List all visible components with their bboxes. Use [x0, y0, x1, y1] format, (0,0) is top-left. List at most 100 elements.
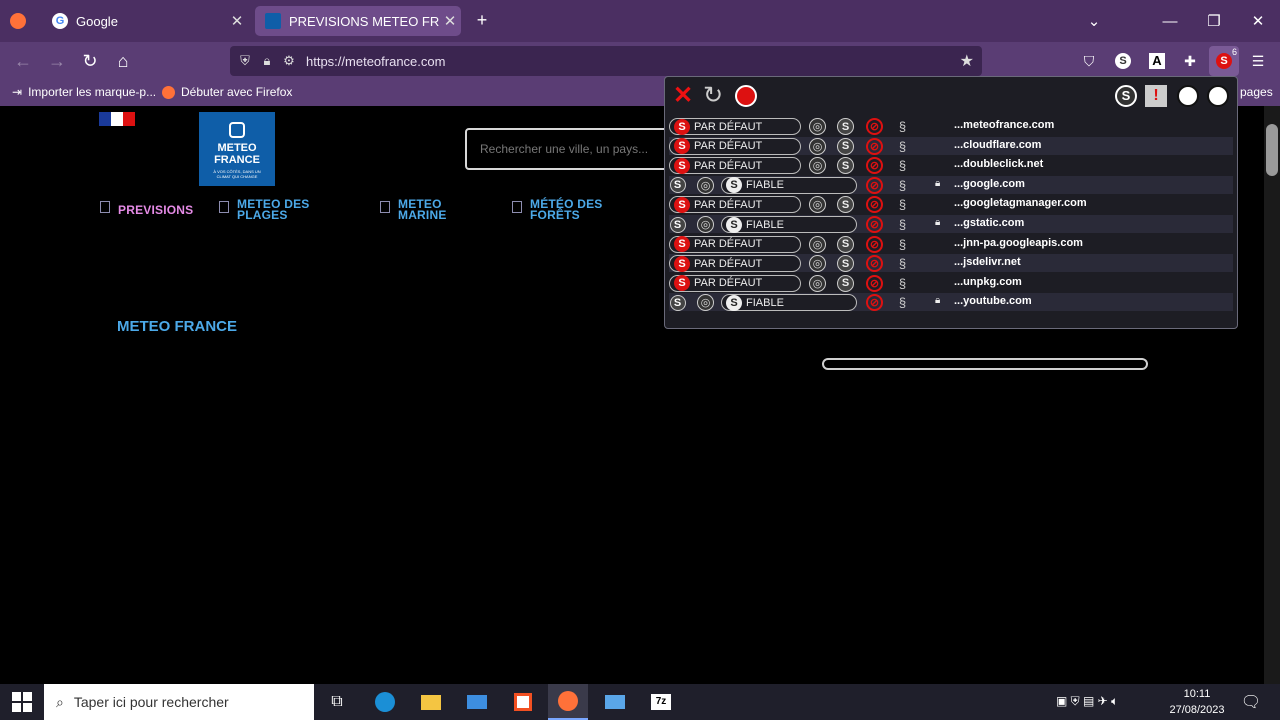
preset-default-button[interactable]: S PAR DÉFAUT: [669, 196, 801, 214]
revoke-temp-icon[interactable]: [1177, 85, 1199, 107]
untrusted-button[interactable]: ⊘: [866, 118, 883, 135]
default-button[interactable]: S: [669, 216, 686, 233]
untrusted-button[interactable]: ⊘: [866, 216, 883, 233]
temp-trusted-button[interactable]: ◎: [809, 255, 826, 273]
default-button[interactable]: S: [669, 294, 686, 311]
custom-button[interactable]: §: [894, 157, 911, 174]
untrusted-button[interactable]: ⊘: [866, 196, 883, 214]
preset-default-button[interactable]: S PAR DÉFAUT: [669, 255, 801, 273]
noscript-toolbar-icon[interactable]: S 6: [1209, 46, 1239, 76]
url-text[interactable]: https://meteofrance.com: [306, 54, 445, 69]
untrusted-button[interactable]: ⊘: [866, 255, 883, 273]
back-icon[interactable]: ←: [8, 46, 38, 76]
temp-trusted-button[interactable]: ◎: [697, 216, 714, 233]
site-domain[interactable]: ...jsdelivr.net: [954, 256, 1021, 268]
noscript-options-icon[interactable]: [735, 85, 757, 107]
menu-item-forets[interactable]: MÉTÉO DES FORÊTS: [512, 198, 602, 221]
address-bar[interactable]: ⛨ 🔒︎ ⚙ https://meteofrance.com ★: [230, 46, 982, 76]
site-domain[interactable]: ...googletagmanager.com: [954, 197, 1087, 209]
forward-icon[interactable]: →: [42, 46, 72, 76]
bookmark-import[interactable]: ⇥ Importer les marque-p...: [12, 85, 156, 99]
meteofrance-logo[interactable]: METEO FRANCE À VOS CÔTÉS, DANS UN CLIMAT…: [199, 112, 275, 186]
app-menu-icon[interactable]: ☰: [1243, 46, 1273, 76]
custom-button[interactable]: §: [894, 216, 911, 233]
trusted-button[interactable]: S: [837, 255, 854, 273]
temp-trusted-button[interactable]: ◎: [809, 137, 826, 155]
site-domain[interactable]: ...unpkg.com: [954, 276, 1022, 288]
mail-icon[interactable]: [462, 688, 492, 716]
task-view-icon[interactable]: ⧉: [322, 688, 352, 716]
bookmark-star-icon[interactable]: ★: [960, 51, 974, 71]
site-domain[interactable]: ...cloudflare.com: [954, 139, 1041, 151]
trusted-button[interactable]: S: [837, 137, 854, 155]
windows-start-icon[interactable]: [12, 692, 32, 712]
trusted-button[interactable]: S: [837, 274, 854, 292]
preset-trusted-button[interactable]: S FIABLE: [721, 294, 857, 312]
temp-trust-all-icon[interactable]: S: [1115, 85, 1137, 107]
restore-icon[interactable]: ❐: [1192, 0, 1236, 42]
untrusted-button[interactable]: ⊘: [866, 274, 883, 292]
firefox-taskbar-icon[interactable]: [548, 684, 588, 720]
custom-button[interactable]: §: [894, 138, 911, 155]
new-tab-button[interactable]: +: [470, 10, 494, 34]
site-domain[interactable]: ...doubleclick.net: [954, 158, 1043, 170]
firefox-menu-icon[interactable]: [10, 13, 26, 29]
temp-trusted-button[interactable]: ◎: [809, 157, 826, 175]
preset-default-button[interactable]: S PAR DÉFAUT: [669, 137, 801, 155]
close-window-icon[interactable]: ✕: [1236, 0, 1280, 42]
custom-button[interactable]: §: [894, 177, 911, 194]
file-explorer-icon[interactable]: [416, 688, 446, 716]
custom-button[interactable]: §: [894, 118, 911, 135]
site-domain[interactable]: ...jnn-pa.googleapis.com: [954, 237, 1083, 249]
store-icon[interactable]: [508, 688, 538, 716]
home-icon[interactable]: ⌂: [108, 46, 138, 76]
trusted-button[interactable]: S: [837, 235, 854, 253]
tray-icons[interactable]: ▣ ⛨ ▤ ✈ 🔈︎: [1056, 694, 1118, 709]
untrusted-button[interactable]: ⊘: [866, 176, 883, 194]
menu-item-marine[interactable]: METEO MARINE: [380, 198, 447, 221]
preset-default-button[interactable]: S PAR DÉFAUT: [669, 235, 801, 253]
remote-desktop-icon[interactable]: [600, 688, 630, 716]
extension-s-icon[interactable]: S: [1108, 46, 1138, 76]
trusted-button[interactable]: S: [837, 196, 854, 214]
untrusted-button[interactable]: ⊘: [866, 157, 883, 175]
temp-trusted-button[interactable]: ◎: [809, 118, 826, 135]
bookmark-overflow[interactable]: pages: [1240, 85, 1273, 99]
site-domain[interactable]: ...youtube.com: [954, 295, 1032, 307]
custom-button[interactable]: §: [894, 255, 911, 272]
7zip-icon[interactable]: 7z: [646, 688, 676, 716]
extensions-icon[interactable]: ✚: [1175, 46, 1205, 76]
site-domain[interactable]: ...google.com: [954, 178, 1025, 190]
preset-trusted-button[interactable]: S FIABLE: [721, 176, 857, 194]
taskbar-search[interactable]: ⌕ Taper ici pour rechercher: [44, 684, 314, 720]
scrollbar-thumb[interactable]: [1266, 124, 1278, 176]
preset-default-button[interactable]: S PAR DÉFAUT: [669, 157, 801, 175]
temp-trusted-button[interactable]: ◎: [809, 274, 826, 292]
temp-trusted-button[interactable]: ◎: [697, 294, 714, 312]
list-all-tabs-icon[interactable]: ⌄: [1072, 0, 1116, 42]
trusted-button[interactable]: S: [837, 157, 854, 175]
close-tab-icon[interactable]: ✕: [439, 12, 461, 30]
reload-page-icon[interactable]: ↻: [703, 83, 723, 109]
clock[interactable]: 10:11 27/08/2023: [1162, 686, 1232, 718]
page-scrollbar[interactable]: [1264, 106, 1280, 684]
preset-default-button[interactable]: S PAR DÉFAUT: [669, 274, 801, 292]
permissions-icon[interactable]: ⚙: [278, 53, 300, 69]
untrusted-button[interactable]: ⊘: [866, 235, 883, 253]
notifications-icon[interactable]: 🗨︎: [1236, 688, 1266, 716]
custom-button[interactable]: §: [894, 196, 911, 213]
menu-item-plages[interactable]: METEO DES PLAGES: [219, 198, 309, 221]
temp-trusted-button[interactable]: ◎: [809, 235, 826, 253]
untrusted-button[interactable]: ⊘: [866, 294, 883, 312]
close-tab-icon[interactable]: ✕: [226, 12, 248, 30]
https-lock-icon[interactable]: 🔒︎: [935, 295, 940, 306]
https-lock-icon[interactable]: 🔒︎: [935, 178, 940, 189]
site-domain[interactable]: ...meteofrance.com: [954, 119, 1054, 131]
tracking-protection-icon[interactable]: ⛨: [234, 53, 256, 69]
custom-button[interactable]: §: [894, 236, 911, 253]
pocket-icon[interactable]: ⛉: [1074, 46, 1104, 76]
tab-google[interactable]: G Google ✕: [42, 6, 248, 36]
preset-default-button[interactable]: S PAR DÉFAUT: [669, 118, 801, 135]
custom-button[interactable]: §: [894, 275, 911, 292]
close-popup-icon[interactable]: ✕: [673, 83, 693, 109]
